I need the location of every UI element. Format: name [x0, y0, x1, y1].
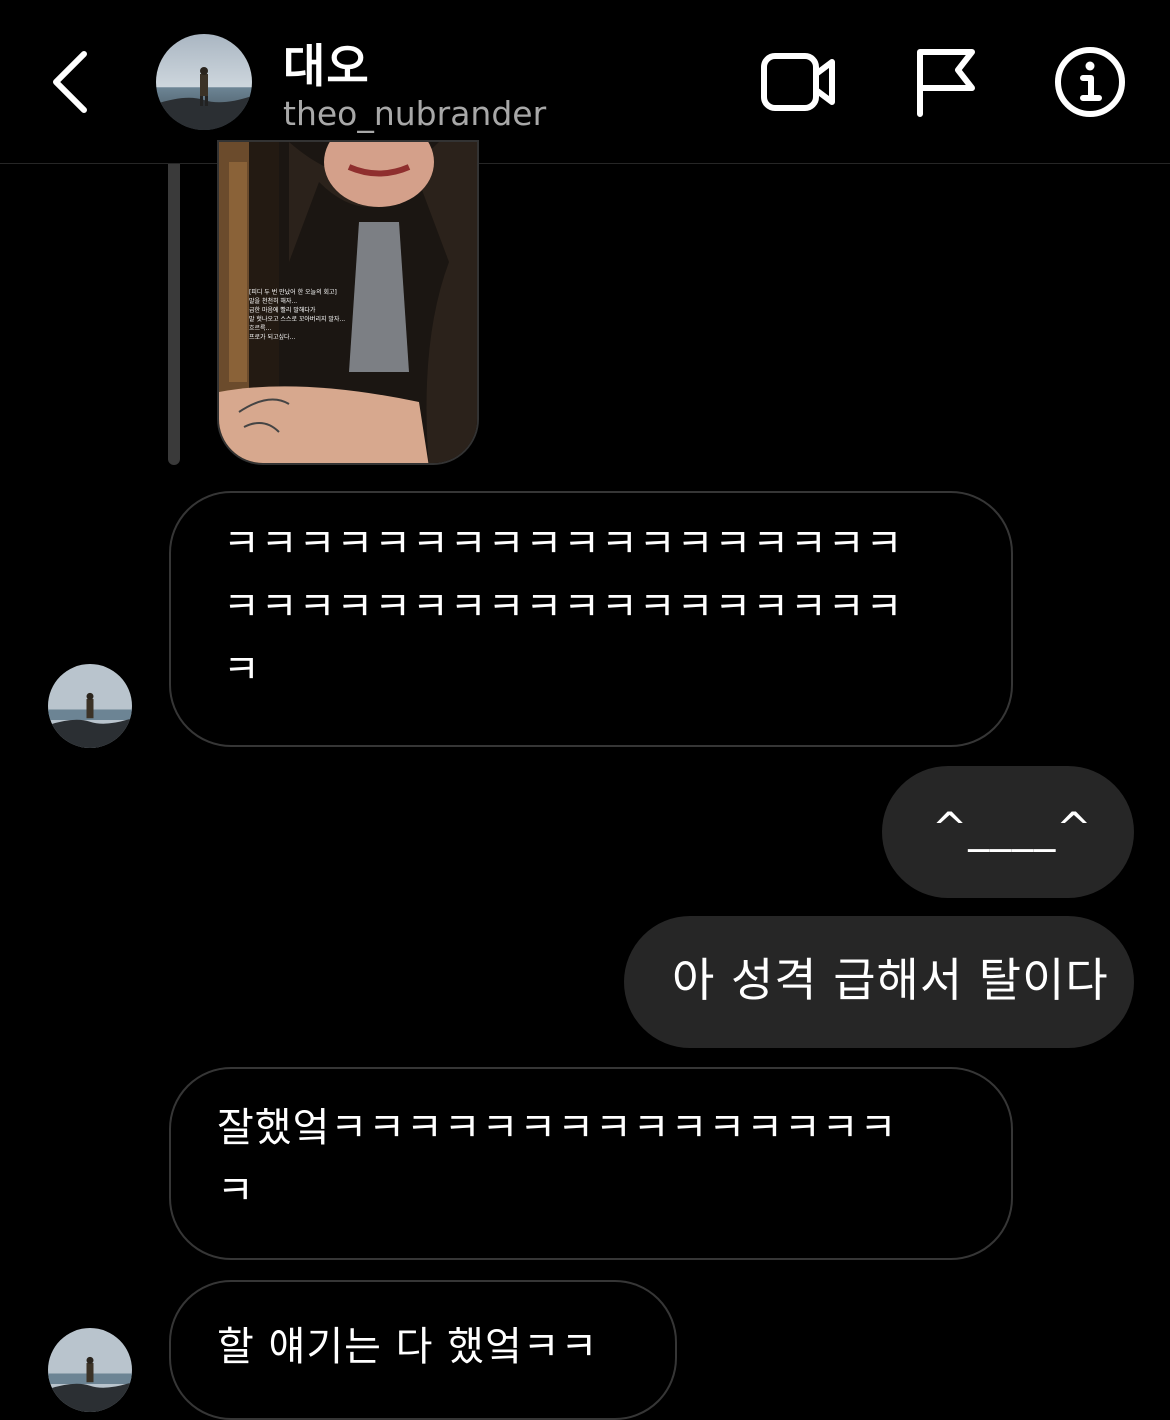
contact-name[interactable]: 대오: [283, 30, 370, 96]
video-camera-icon: [761, 53, 835, 111]
contact-username[interactable]: theo_nubrander: [283, 94, 546, 133]
message-bubble-outgoing[interactable]: 아 성격 급해서 탈이다: [624, 916, 1134, 1048]
message-text: 아 성격 급해서 탈이다: [672, 953, 1109, 1007]
reply-indicator-bar: [168, 164, 180, 465]
video-call-button[interactable]: [758, 42, 838, 122]
message-text: ㅋㅋㅋㅋㅋㅋㅋㅋㅋㅋㅋㅋㅋㅋㅋㅋㅋㅋ ㅋㅋㅋㅋㅋㅋㅋㅋㅋㅋㅋㅋㅋㅋㅋㅋㅋㅋ ㅋ: [223, 521, 904, 693]
info-icon: [1055, 47, 1125, 117]
chat-header: 대오 theo_nubrander: [0, 0, 1170, 164]
contact-avatar[interactable]: [156, 34, 252, 130]
message-bubble-incoming[interactable]: 잘했엌ㅋㅋㅋㅋㅋㅋㅋㅋㅋㅋㅋㅋㅋㅋㅋ ㅋ: [169, 1067, 1013, 1260]
message-bubble-incoming[interactable]: ㅋㅋㅋㅋㅋㅋㅋㅋㅋㅋㅋㅋㅋㅋㅋㅋㅋㅋ ㅋㅋㅋㅋㅋㅋㅋㅋㅋㅋㅋㅋㅋㅋㅋㅋㅋㅋ ㅋ: [169, 491, 1013, 747]
chevron-left-icon: [53, 51, 87, 113]
photo-caption-overlay: [피디 두 번 만났어 한 오늘의 회고] 말을 천천히 해자... 급한 마음…: [249, 289, 346, 341]
message-text: 할 얘기는 다 했엌ㅋㅋ: [217, 1324, 599, 1370]
flag-icon: [917, 49, 975, 117]
sender-avatar[interactable]: [48, 664, 132, 748]
shared-photo[interactable]: [피디 두 번 만났어 한 오늘의 회고] 말을 천천히 해자... 급한 마음…: [217, 140, 479, 465]
info-button[interactable]: [1050, 42, 1130, 122]
report-button[interactable]: [906, 42, 986, 122]
sender-avatar[interactable]: [48, 1328, 132, 1412]
message-text: ^____^: [932, 803, 1093, 852]
back-button[interactable]: [40, 46, 100, 118]
message-text: 잘했엌ㅋㅋㅋㅋㅋㅋㅋㅋㅋㅋㅋㅋㅋㅋㅋ ㅋ: [217, 1105, 898, 1214]
message-bubble-incoming[interactable]: 할 얘기는 다 했엌ㅋㅋ: [169, 1280, 677, 1420]
message-bubble-outgoing[interactable]: ^____^: [882, 766, 1134, 898]
